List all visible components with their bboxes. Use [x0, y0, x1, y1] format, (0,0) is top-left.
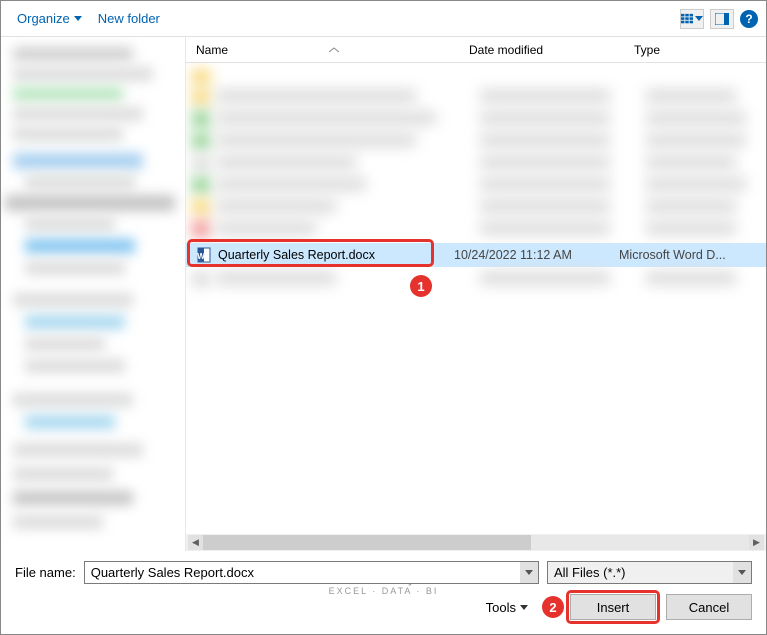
file-type-input[interactable]	[547, 561, 752, 584]
view-controls: ?	[680, 9, 758, 29]
file-list-panel: Name Date modified Type	[186, 37, 766, 551]
scroll-right-icon[interactable]: ▶	[749, 535, 764, 550]
file-name-input[interactable]	[84, 561, 539, 584]
scroll-track[interactable]	[203, 535, 749, 550]
help-icon[interactable]: ?	[740, 10, 758, 28]
view-mode-button[interactable]	[680, 9, 704, 29]
column-headers[interactable]: Name Date modified Type	[186, 37, 766, 63]
tools-button[interactable]: Tools	[486, 600, 528, 615]
organize-label: Organize	[17, 11, 70, 26]
insert-button[interactable]: Insert	[570, 594, 656, 620]
column-name[interactable]: Name	[186, 43, 461, 57]
horizontal-scrollbar[interactable]: ◀ ▶	[186, 534, 766, 551]
column-type[interactable]: Type	[626, 43, 766, 57]
chevron-down-icon	[525, 570, 533, 575]
dialog-body: Name Date modified Type	[1, 37, 766, 551]
file-name-combo[interactable]	[84, 561, 539, 584]
column-date[interactable]: Date modified	[461, 43, 626, 57]
file-name-dropdown[interactable]	[520, 562, 538, 583]
file-name: Quarterly Sales Report.docx	[216, 248, 454, 262]
file-type: Microsoft Word D...	[619, 248, 766, 262]
preview-pane-button[interactable]	[710, 9, 734, 29]
file-date: 10/24/2022 11:12 AM	[454, 248, 619, 262]
file-type-dropdown[interactable]	[733, 562, 751, 583]
scroll-left-icon[interactable]: ◀	[188, 535, 203, 550]
new-folder-button[interactable]: New folder	[90, 7, 168, 30]
dialog-toolbar: Organize New folder ?	[1, 1, 766, 37]
annotation-marker-1: 1	[410, 275, 432, 297]
annotation-marker-2: 2	[542, 596, 564, 618]
navigation-pane[interactable]	[1, 37, 186, 551]
sort-indicator-icon	[328, 47, 340, 53]
chevron-down-icon	[520, 605, 528, 610]
organize-button[interactable]: Organize	[9, 7, 90, 30]
dialog-footer: File name: Tools 2 Insert Cancel	[1, 551, 766, 634]
file-list[interactable]: W Quarterly Sales Report.docx 10/24/2022…	[186, 63, 766, 534]
word-document-icon: W	[192, 246, 216, 264]
new-folder-label: New folder	[98, 11, 160, 26]
chevron-down-icon	[74, 16, 82, 21]
scroll-thumb[interactable]	[203, 535, 531, 550]
svg-text:W: W	[197, 252, 205, 261]
file-name-label: File name:	[15, 565, 76, 580]
chevron-down-icon	[738, 570, 746, 575]
cancel-button[interactable]: Cancel	[666, 594, 752, 620]
file-type-filter[interactable]	[547, 561, 752, 584]
file-row-selected[interactable]: W Quarterly Sales Report.docx 10/24/2022…	[186, 243, 766, 267]
chevron-down-icon	[695, 16, 703, 21]
